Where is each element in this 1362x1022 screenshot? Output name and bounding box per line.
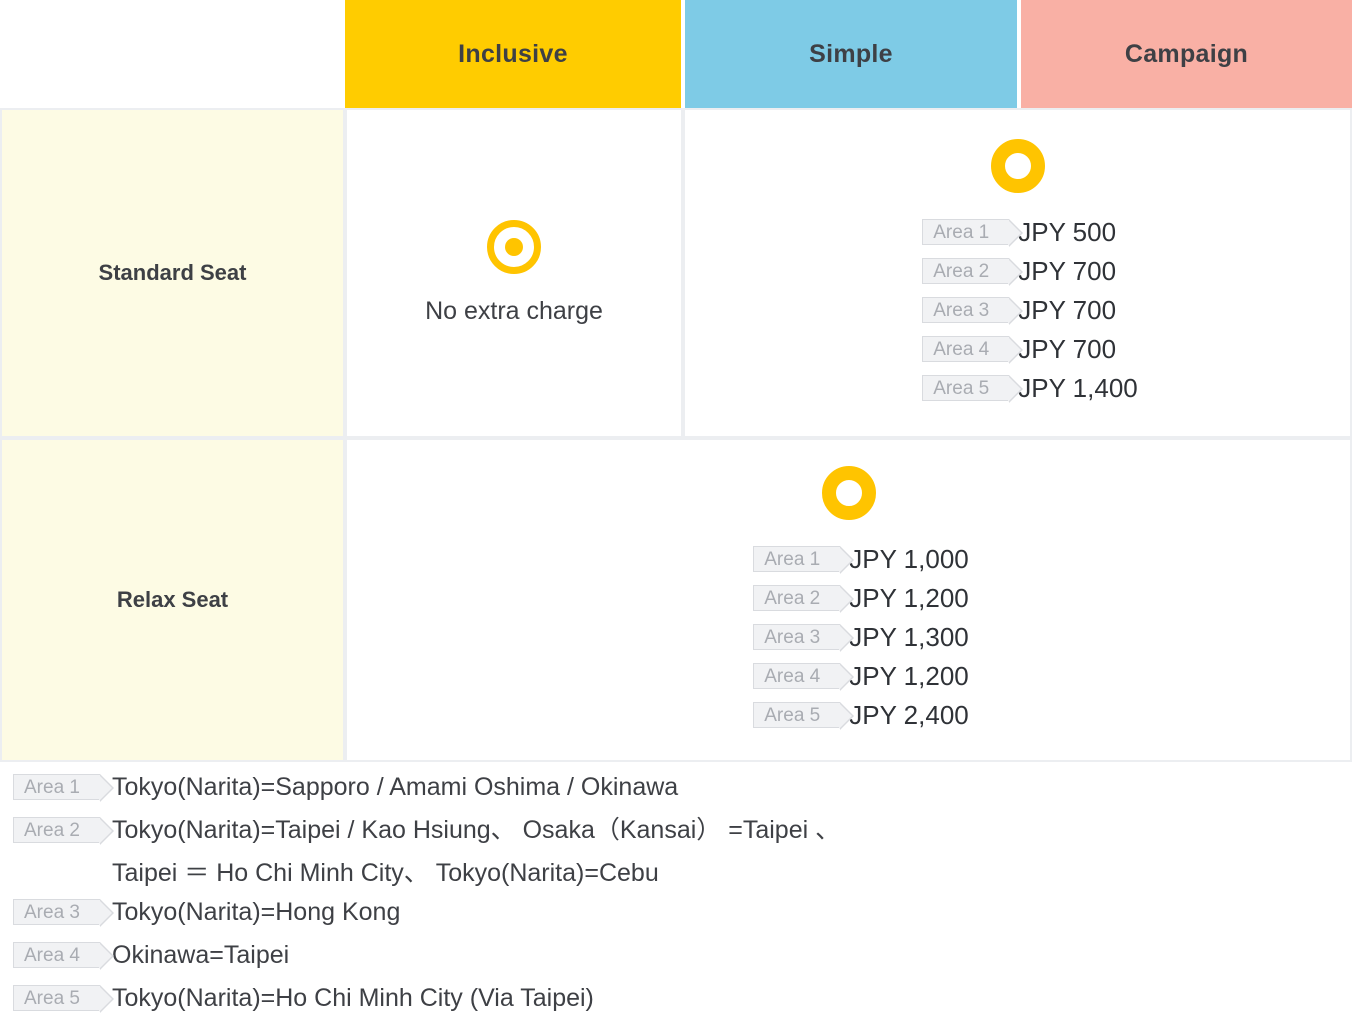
legend-list: Area 1 Tokyo(Narita)=Sapporo / Amami Osh… (0, 768, 1362, 1022)
legend-text: Okinawa=Taipei (112, 941, 290, 969)
price-row: Area 4 JPY 1,200 (728, 657, 969, 696)
cell-standard-inclusive: No extra charge (345, 108, 683, 438)
area-badge: Area 3 (753, 624, 855, 652)
ring-icon (821, 465, 876, 520)
area-badge: Area 2 (922, 258, 1024, 286)
ring-icon (990, 138, 1045, 193)
area-badge: Area 2 (753, 585, 855, 613)
row-label-standard-seat: Standard Seat (0, 108, 345, 438)
area-badge: Area 4 (13, 942, 114, 970)
area-badge: Area 1 (922, 219, 1024, 247)
fare-comparison-page: Inclusive Simple Campaign Standard Seat … (0, 0, 1362, 1013)
price-amount: JPY 2,400 (849, 699, 969, 730)
price-amount: JPY 700 (1018, 294, 1117, 325)
area-badge: Area 4 (922, 336, 1024, 364)
price-amount: JPY 1,200 (849, 660, 969, 691)
area-badge: Area 1 (13, 774, 114, 802)
price-amount: JPY 700 (1018, 333, 1117, 364)
column-header-inclusive: Inclusive (345, 0, 683, 108)
price-row: Area 3 JPY 1,300 (728, 618, 969, 657)
area-badge: Area 5 (922, 375, 1024, 403)
table-body: Standard Seat No extra charge Area 1 JPY… (0, 108, 1352, 762)
price-row: Area 5 JPY 2,400 (728, 696, 969, 735)
price-row: Area 4 JPY 700 (897, 330, 1138, 369)
legend-item: Area 3 Tokyo(Narita)=Hong Kong (0, 893, 1362, 932)
price-amount: JPY 1,400 (1018, 372, 1138, 403)
area-badge: Area 4 (753, 663, 855, 691)
legend-item: Area 2 Tokyo(Narita)=Taipei / Kao Hsiung… (0, 811, 1362, 850)
row-label-relax-seat: Relax Seat (0, 438, 345, 762)
price-list-standard: Area 1 JPY 500 Area 2 JPY 700 Area 3 JPY… (897, 213, 1138, 408)
price-list-relax: Area 1 JPY 1,000 Area 2 JPY 1,200 Area 3… (728, 540, 969, 735)
legend-text: Tokyo(Narita)=Ho Chi Minh City (Via Taip… (112, 984, 594, 1012)
table-row-standard-seat: Standard Seat No extra charge Area 1 JPY… (0, 108, 1352, 438)
area-badge: Area 5 (13, 985, 114, 1013)
column-header-simple: Simple (683, 0, 1019, 108)
legend-text: Tokyo(Narita)=Taipei / Kao Hsiung、 Osaka… (112, 816, 841, 844)
price-amount: JPY 1,200 (849, 582, 969, 613)
price-row: Area 1 JPY 1,000 (728, 540, 969, 579)
price-amount: JPY 1,000 (849, 543, 969, 574)
price-amount: JPY 700 (1018, 255, 1117, 286)
column-header-campaign: Campaign (1019, 0, 1352, 108)
bullseye-icon (487, 220, 541, 274)
table-row-relax-seat: Relax Seat Area 1 JPY 1,000 Area 2 JPY 1… (0, 438, 1352, 762)
area-badge: Area 3 (13, 899, 114, 927)
table-header: Inclusive Simple Campaign (0, 0, 1352, 108)
header-corner-cell (0, 0, 345, 108)
fare-table: Inclusive Simple Campaign Standard Seat … (0, 0, 1352, 762)
legend-item: Area 1 Tokyo(Narita)=Sapporo / Amami Osh… (0, 768, 1362, 807)
legend-item: Area 4 Okinawa=Taipei (0, 936, 1362, 975)
area-badge: Area 5 (753, 702, 855, 730)
cell-standard-simple-campaign: Area 1 JPY 500 Area 2 JPY 700 Area 3 JPY… (683, 108, 1352, 438)
price-amount: JPY 500 (1018, 216, 1117, 247)
legend-text: Tokyo(Narita)=Sapporo / Amami Oshima / O… (112, 773, 679, 801)
no-extra-charge-text: No extra charge (425, 297, 603, 325)
price-row: Area 2 JPY 700 (897, 252, 1138, 291)
price-row: Area 1 JPY 500 (897, 213, 1138, 252)
area-badge: Area 3 (922, 297, 1024, 325)
price-row: Area 2 JPY 1,200 (728, 579, 969, 618)
price-amount: JPY 1,300 (849, 621, 969, 652)
legend-item: Area 5 Tokyo(Narita)=Ho Chi Minh City (V… (0, 979, 1362, 1018)
price-row: Area 3 JPY 700 (897, 291, 1138, 330)
legend-text: Tokyo(Narita)=Hong Kong (112, 898, 401, 926)
area-badge: Area 2 (13, 817, 114, 845)
header-row: Inclusive Simple Campaign (0, 0, 1352, 108)
legend-text-continuation: Taipei ＝ Ho Chi Minh City、 Tokyo(Narita)… (112, 859, 659, 887)
price-row: Area 5 JPY 1,400 (897, 369, 1138, 408)
cell-relax-merged: Area 1 JPY 1,000 Area 2 JPY 1,200 Area 3… (345, 438, 1352, 762)
area-badge: Area 1 (753, 546, 855, 574)
